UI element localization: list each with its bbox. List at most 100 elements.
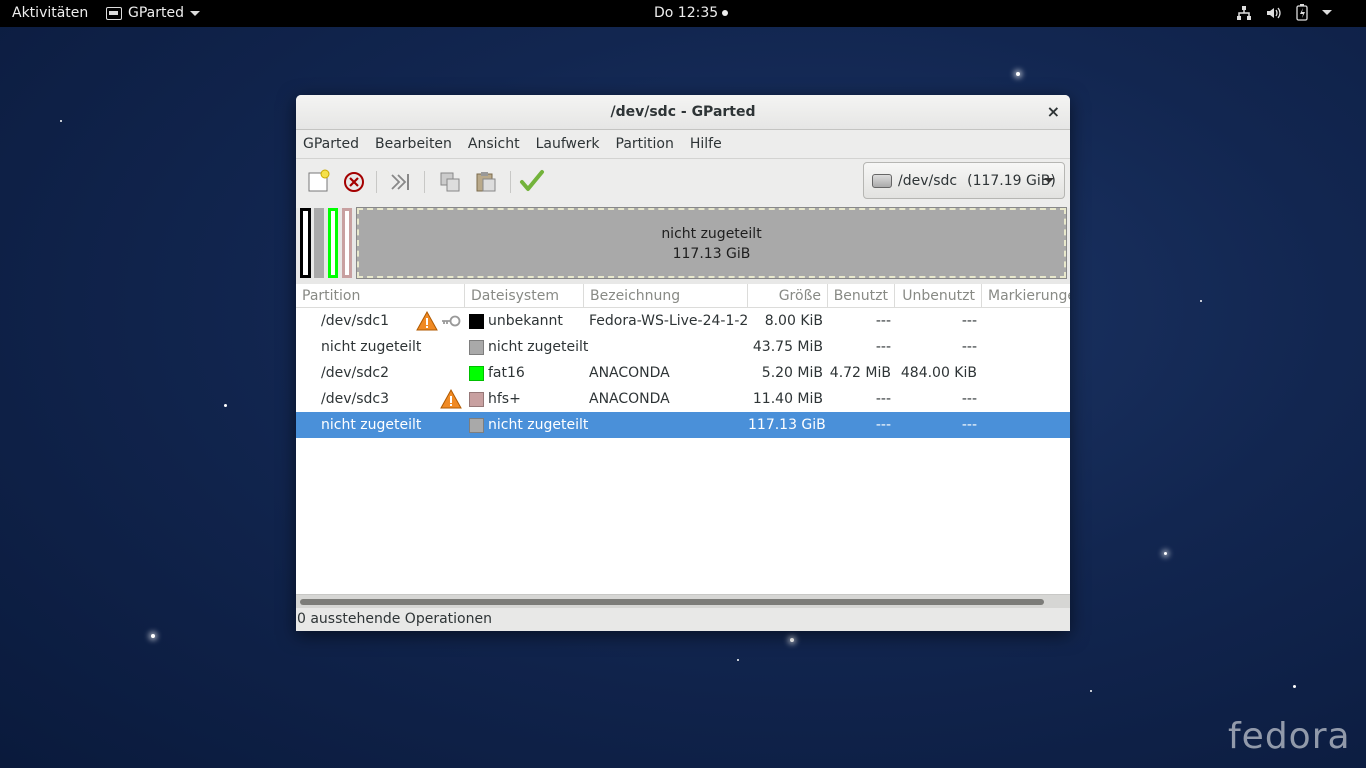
menu-partition[interactable]: Partition xyxy=(616,136,674,152)
chevron-down-icon xyxy=(1044,178,1054,183)
device-size: (117.19 GiB) xyxy=(967,172,1056,189)
menu-hilfe[interactable]: Hilfe xyxy=(690,136,722,152)
battery-icon xyxy=(1296,4,1308,21)
status-bar: 0 ausstehende Operationen xyxy=(296,608,1070,631)
app-menu-label: GParted xyxy=(128,5,184,21)
cell-partition: nicht zugeteilt xyxy=(321,417,422,433)
title-bar[interactable]: /dev/sdc - GParted × xyxy=(296,95,1070,130)
column-header-unused[interactable]: Unbenutzt xyxy=(895,284,982,308)
cell-filesystem: unbekannt xyxy=(488,313,563,329)
warning-icon xyxy=(440,389,462,409)
partition-block-sdc3[interactable] xyxy=(342,208,352,278)
star xyxy=(60,120,62,122)
column-header-size[interactable]: Größe xyxy=(748,284,828,308)
delete-partition-icon[interactable] xyxy=(340,167,368,195)
filesystem-color-swatch xyxy=(469,366,484,381)
partition-block-sdc1[interactable] xyxy=(300,208,311,278)
map-unallocated-label: nicht zugeteilt xyxy=(661,226,762,242)
star xyxy=(737,659,739,661)
column-header-filesystem[interactable]: Dateisystem xyxy=(465,284,584,308)
table-row[interactable]: /dev/sdc1 unbekannt Fedora-WS-Live-24-1-2 8… xyxy=(296,308,1070,334)
menu-gparted[interactable]: GParted xyxy=(303,136,359,152)
scrollbar-thumb[interactable] xyxy=(300,599,1044,605)
horizontal-scrollbar[interactable] xyxy=(296,594,1070,608)
cell-unused: --- xyxy=(961,391,977,407)
network-icon xyxy=(1237,5,1251,20)
system-tray[interactable] xyxy=(1236,4,1332,21)
cell-filesystem: hfs+ xyxy=(488,391,521,407)
cell-used: --- xyxy=(875,391,891,407)
star xyxy=(1164,552,1167,555)
cell-size: 43.75 MiB xyxy=(752,339,823,355)
partition-table: Partition Dateisystem Bezeichnung Größe … xyxy=(296,284,1070,594)
resize-move-icon[interactable] xyxy=(386,167,414,195)
cell-filesystem: nicht zugeteilt xyxy=(488,417,589,433)
cell-partition: nicht zugeteilt xyxy=(321,339,422,355)
cell-size: 8.00 KiB xyxy=(764,313,823,329)
close-button[interactable]: × xyxy=(1047,95,1060,129)
paste-icon[interactable] xyxy=(472,167,500,195)
menu-bearbeiten[interactable]: Bearbeiten xyxy=(375,136,452,152)
column-header-partition[interactable]: Partition xyxy=(296,284,465,308)
volume-icon xyxy=(1267,7,1281,18)
toolbar: /dev/sdc (117.19 GiB) xyxy=(296,159,1070,208)
app-menu[interactable]: GParted xyxy=(106,4,200,22)
menu-bar: GParted Bearbeiten Ansicht Laufwerk Part… xyxy=(296,130,1070,159)
cell-filesystem: nicht zugeteilt xyxy=(488,339,589,355)
new-partition-icon[interactable] xyxy=(304,167,332,195)
cell-used: 4.72 MiB xyxy=(829,365,891,381)
star xyxy=(1016,72,1020,76)
column-header-label[interactable]: Bezeichnung xyxy=(584,284,748,308)
gparted-window: /dev/sdc - GParted × GParted Bearbeiten … xyxy=(296,95,1070,631)
cell-partition: /dev/sdc1 xyxy=(321,313,390,329)
cell-partition: /dev/sdc3 xyxy=(321,391,390,407)
chevron-down-icon xyxy=(190,10,200,16)
gparted-app-icon xyxy=(106,6,122,20)
star xyxy=(790,638,794,642)
map-unallocated-size: 117.13 GiB xyxy=(672,246,751,262)
star xyxy=(1200,300,1202,302)
partition-block-unallocated-small[interactable] xyxy=(314,208,324,278)
cell-unused: --- xyxy=(961,313,977,329)
table-header: Partition Dateisystem Bezeichnung Größe … xyxy=(296,284,1070,308)
disk-icon xyxy=(872,173,892,188)
device-selector[interactable]: /dev/sdc (117.19 GiB) xyxy=(863,162,1065,199)
activities-button[interactable]: Aktivitäten xyxy=(12,4,88,22)
filesystem-color-swatch xyxy=(469,340,484,355)
partition-map: nicht zugeteilt 117.13 GiB xyxy=(300,207,1067,280)
menu-laufwerk[interactable]: Laufwerk xyxy=(536,136,600,152)
cell-unused: --- xyxy=(961,339,977,355)
toolbar-separator xyxy=(376,171,377,193)
cell-size: 117.13 GiB xyxy=(748,417,826,433)
cell-used: --- xyxy=(875,313,891,329)
fedora-logo: fedora xyxy=(1228,716,1351,757)
table-row[interactable]: /dev/sdc2 fat16 ANACONDA 5.20 MiB 4.72 MiB 48… xyxy=(296,360,1070,386)
window-title: /dev/sdc - GParted xyxy=(610,104,756,120)
column-header-flags[interactable]: Markierungen xyxy=(982,284,1070,308)
cell-size: 11.40 MiB xyxy=(752,391,823,407)
star xyxy=(1090,690,1092,692)
apply-icon[interactable] xyxy=(518,167,546,195)
cell-used: --- xyxy=(875,339,891,355)
partition-block-sdc2[interactable] xyxy=(328,208,338,278)
top-bar: Aktivitäten GParted Do 12:35 xyxy=(0,0,1366,27)
table-row[interactable]: nicht zugeteilt nicht zugeteilt 43.75 MiB -… xyxy=(296,334,1070,360)
copy-icon[interactable] xyxy=(436,167,464,195)
table-row[interactable]: nicht zugeteilt nicht zugeteilt 117.13 GiB… xyxy=(296,412,1070,438)
menu-ansicht[interactable]: Ansicht xyxy=(468,136,520,152)
cell-used: --- xyxy=(875,417,891,433)
cell-unused: --- xyxy=(961,417,977,433)
clock[interactable]: Do 12:35 xyxy=(654,4,729,22)
filesystem-color-swatch xyxy=(469,418,484,433)
toolbar-separator xyxy=(424,171,425,193)
star xyxy=(224,404,227,407)
cell-partition: /dev/sdc2 xyxy=(321,365,390,381)
notification-dot xyxy=(722,10,729,16)
filesystem-color-swatch xyxy=(469,392,484,407)
cell-unused: 484.00 KiB xyxy=(900,365,977,381)
column-header-used[interactable]: Benutzt xyxy=(828,284,895,308)
cell-size: 5.20 MiB xyxy=(761,365,823,381)
warning-icon xyxy=(416,311,438,331)
table-row[interactable]: /dev/sdc3 hfs+ ANACONDA 11.40 MiB --- --- xyxy=(296,386,1070,412)
partition-block-unallocated[interactable]: nicht zugeteilt 117.13 GiB xyxy=(356,207,1067,279)
